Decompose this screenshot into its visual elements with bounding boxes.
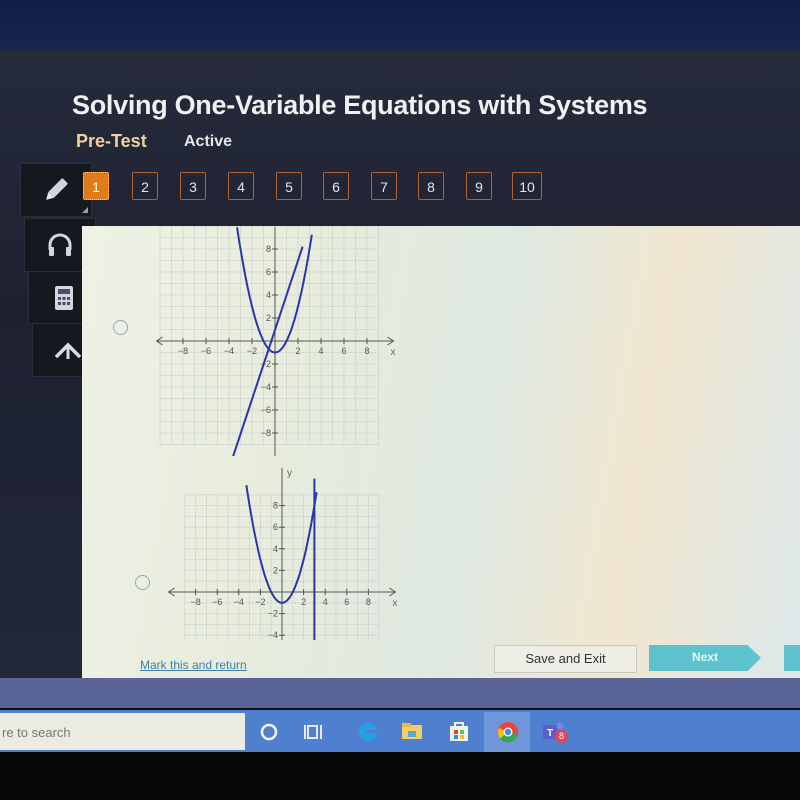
next-button[interactable]: Next [649, 645, 761, 671]
x-tick-label: 8 [366, 597, 371, 607]
task-view-icon[interactable] [302, 719, 330, 745]
x-tick-label: −6 [201, 346, 211, 356]
pencil-tool-button[interactable] [20, 163, 92, 217]
store-icon[interactable] [445, 719, 473, 745]
question-10-button[interactable]: 10 [512, 172, 542, 200]
graph-option-d: −8 −6 −4 −2 2 4 6 8 8 6 4 2 −2 −4 x y [167, 468, 397, 640]
test-type-label: Pre-Test [76, 131, 147, 151]
question-8-button[interactable]: 8 [418, 172, 444, 200]
x-tick-label: −6 [212, 597, 222, 607]
question-5-button[interactable]: 5 [276, 172, 302, 200]
line-curve [232, 246, 304, 456]
x-tick-label: 4 [323, 597, 328, 607]
question-4-button[interactable]: 4 [228, 172, 254, 200]
headphones-icon [48, 233, 72, 256]
chevron-up-icon [54, 342, 82, 359]
x-tick-label: −4 [224, 346, 234, 356]
y-tick-label: −8 [261, 428, 271, 438]
file-explorer-icon[interactable] [398, 719, 426, 745]
taskbar-search-input[interactable]: re to search [0, 713, 245, 750]
save-and-exit-button[interactable]: Save and Exit [494, 645, 637, 673]
y-axis-label: y [287, 468, 292, 479]
y-tick-label: 6 [266, 267, 271, 277]
y-tick-label: 4 [266, 290, 271, 300]
svg-text:T: T [547, 728, 553, 739]
status-label: Active [184, 133, 233, 150]
tool-corner-indicator [82, 207, 88, 213]
x-tick-label: 4 [318, 346, 323, 356]
question-2-button[interactable]: 2 [132, 172, 158, 200]
calculator-icon [55, 286, 73, 310]
x-tick-label: −8 [178, 346, 188, 356]
answer-radio-option-d[interactable] [135, 575, 150, 590]
x-tick-label: 6 [341, 346, 346, 356]
x-axis-label: x [392, 598, 397, 609]
y-tick-label: 4 [273, 544, 278, 554]
monitor-bezel [0, 752, 800, 800]
x-tick-label: 6 [344, 597, 349, 607]
x-tick-label: 2 [295, 346, 300, 356]
desktop-band [0, 678, 800, 708]
y-tick-label: 6 [273, 522, 278, 532]
question-9-button[interactable]: 9 [466, 172, 492, 200]
question-3-button[interactable]: 3 [180, 172, 206, 200]
x-tick-label: −8 [190, 597, 200, 607]
x-tick-label: 2 [301, 597, 306, 607]
edge-icon[interactable] [354, 719, 382, 745]
page-title: Solving One-Variable Equations with Syst… [72, 90, 648, 120]
top-band [0, 0, 800, 50]
y-tick-label: −4 [268, 630, 278, 640]
question-1-button[interactable]: 1 [83, 172, 109, 200]
question-7-button[interactable]: 7 [371, 172, 397, 200]
chrome-icon[interactable] [494, 719, 522, 745]
teams-notification-badge: 8 [555, 730, 568, 743]
y-tick-label: −2 [268, 609, 278, 619]
y-tick-label: 2 [266, 313, 271, 323]
y-tick-label: 8 [273, 501, 278, 511]
x-tick-label: −2 [247, 346, 257, 356]
question-6-button[interactable]: 6 [323, 172, 349, 200]
y-tick-label: 2 [273, 565, 278, 575]
x-tick-label: 8 [364, 346, 369, 356]
x-axis-label: x [390, 347, 395, 358]
y-tick-label: 8 [266, 244, 271, 254]
pencil-icon [46, 178, 68, 200]
cortana-icon[interactable] [256, 719, 284, 745]
y-tick-label: −4 [261, 382, 271, 392]
x-tick-label: −4 [234, 597, 244, 607]
x-tick-label: −2 [255, 597, 265, 607]
submit-button-partial[interactable] [784, 645, 800, 671]
y-tick-label: −6 [261, 405, 271, 415]
graph-option-c: −8 −6 −4 −2 2 4 6 88642−2−4−6−8x [155, 226, 395, 456]
mark-and-return-link[interactable]: Mark this and return [140, 658, 247, 672]
answer-radio-option-c[interactable] [113, 320, 128, 335]
